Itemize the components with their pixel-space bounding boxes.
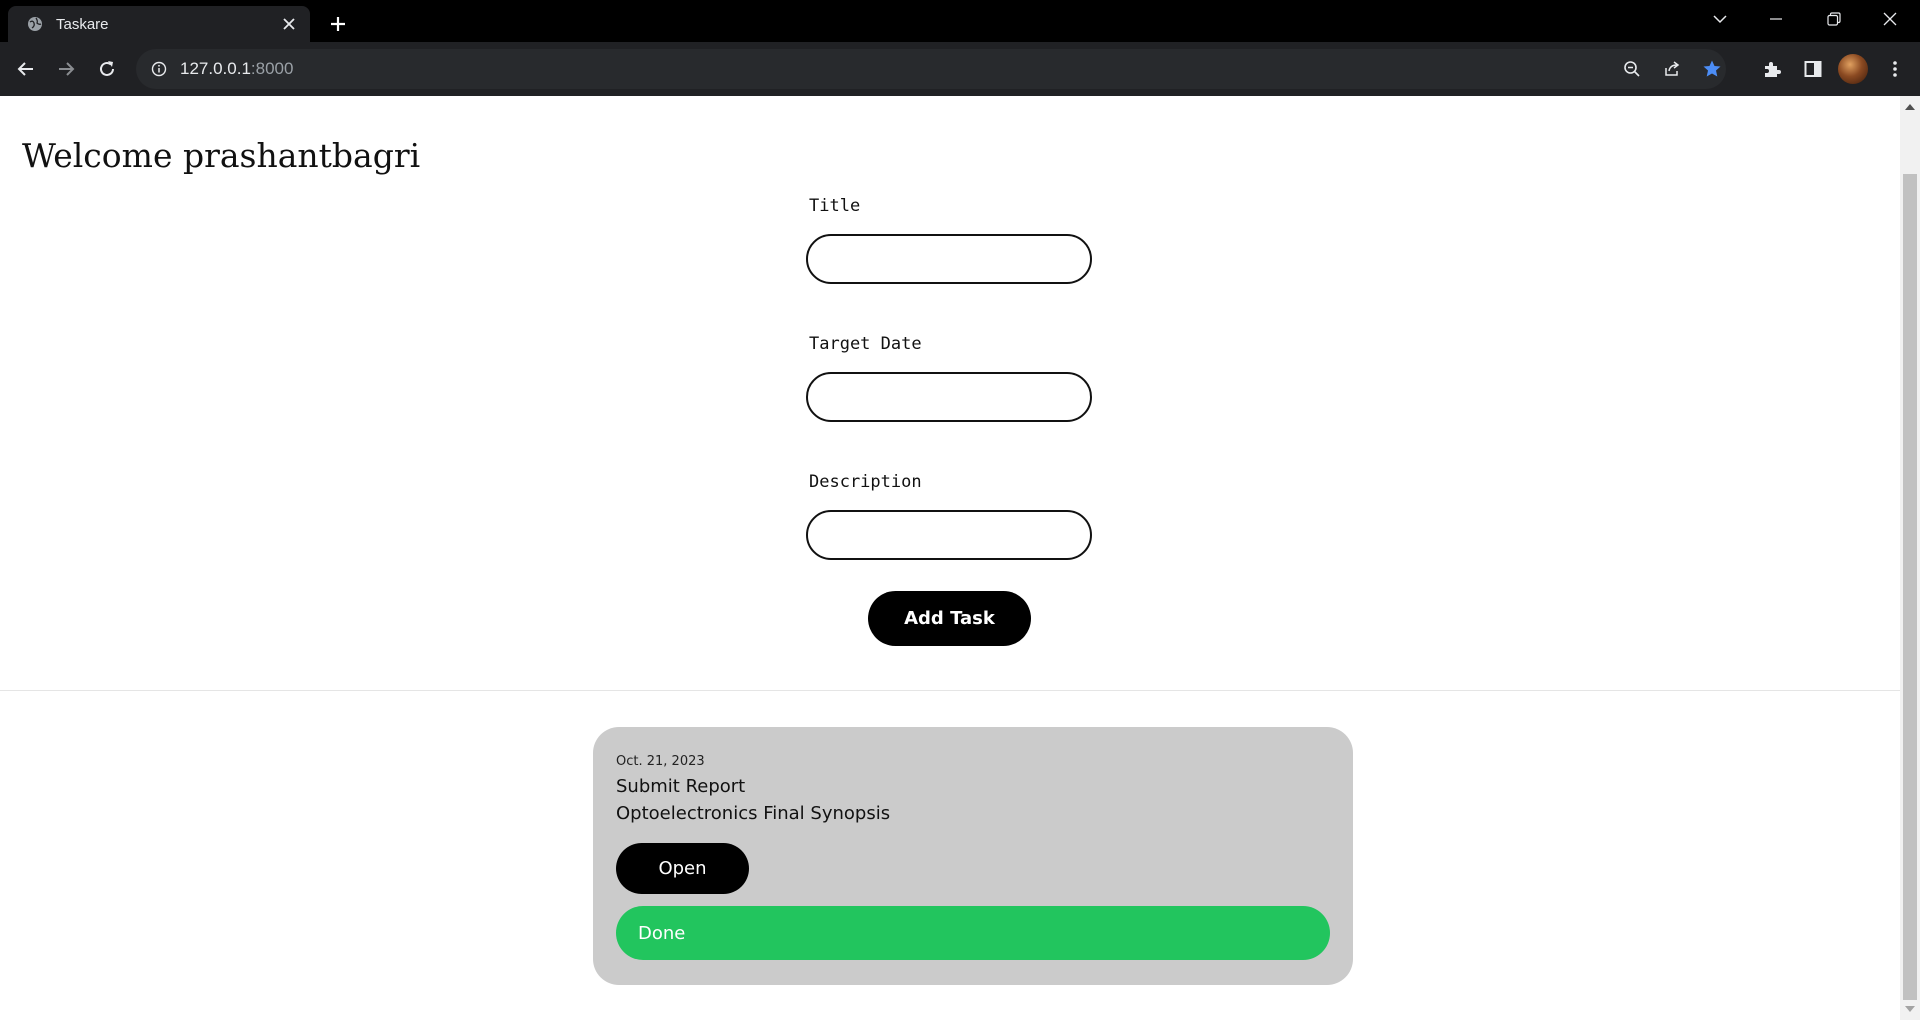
zoom-out-icon[interactable] <box>1616 53 1648 85</box>
kebab-menu-icon[interactable] <box>1879 53 1911 85</box>
puzzle-icon[interactable] <box>1756 53 1788 85</box>
divider <box>0 690 1900 691</box>
url-text: 127.0.0.1:8000 <box>180 59 294 78</box>
title-label: Title <box>809 196 861 216</box>
minimize-icon[interactable] <box>1748 0 1804 38</box>
scrollbar-thumb[interactable] <box>1903 174 1917 1000</box>
browser-toolbar: 127.0.0.1:8000 <box>0 42 1920 96</box>
add-task-button[interactable]: Add Task <box>868 591 1031 646</box>
side-panel-icon[interactable] <box>1797 53 1829 85</box>
task-title: Submit Report <box>616 776 746 797</box>
scroll-down-arrow-icon[interactable] <box>1905 1006 1915 1012</box>
info-icon[interactable] <box>150 60 168 78</box>
plus-icon[interactable] <box>324 10 352 38</box>
add-task-form: Title Target Date Description <box>806 196 1096 610</box>
star-icon[interactable] <box>1696 53 1728 85</box>
task-card: Oct. 21, 2023 Submit Report Optoelectron… <box>593 727 1353 985</box>
forward-arrow-icon[interactable] <box>50 53 82 85</box>
target-date-input[interactable] <box>806 372 1092 422</box>
title-input[interactable] <box>806 234 1092 284</box>
target-date-label: Target Date <box>809 334 922 354</box>
avatar[interactable] <box>1838 54 1868 84</box>
description-input[interactable] <box>806 510 1092 560</box>
page-title: Welcome prashantbagri <box>22 136 421 175</box>
scrollbar[interactable] <box>1900 96 1920 1020</box>
restore-icon[interactable] <box>1806 0 1862 38</box>
window-close-icon[interactable] <box>1862 0 1918 38</box>
browser-tab[interactable]: Taskare <box>8 6 310 42</box>
task-date: Oct. 21, 2023 <box>616 754 705 769</box>
done-task-button[interactable]: Done <box>616 906 1330 960</box>
address-bar[interactable]: 127.0.0.1:8000 <box>136 49 1726 89</box>
tab-title: Taskare <box>56 15 109 33</box>
description-label: Description <box>809 472 922 492</box>
tab-strip: Taskare <box>0 0 1920 42</box>
close-icon[interactable] <box>280 15 298 33</box>
page-content: Welcome prashantbagri Title Target Date … <box>0 96 1900 1020</box>
back-arrow-icon[interactable] <box>10 53 42 85</box>
globe-icon <box>26 15 44 33</box>
open-task-button[interactable]: Open <box>616 843 749 894</box>
share-icon[interactable] <box>1656 53 1688 85</box>
scroll-up-arrow-icon[interactable] <box>1905 104 1915 110</box>
task-description: Optoelectronics Final Synopsis <box>616 803 891 824</box>
reload-icon[interactable] <box>91 53 123 85</box>
chevron-down-icon[interactable] <box>1692 0 1748 38</box>
